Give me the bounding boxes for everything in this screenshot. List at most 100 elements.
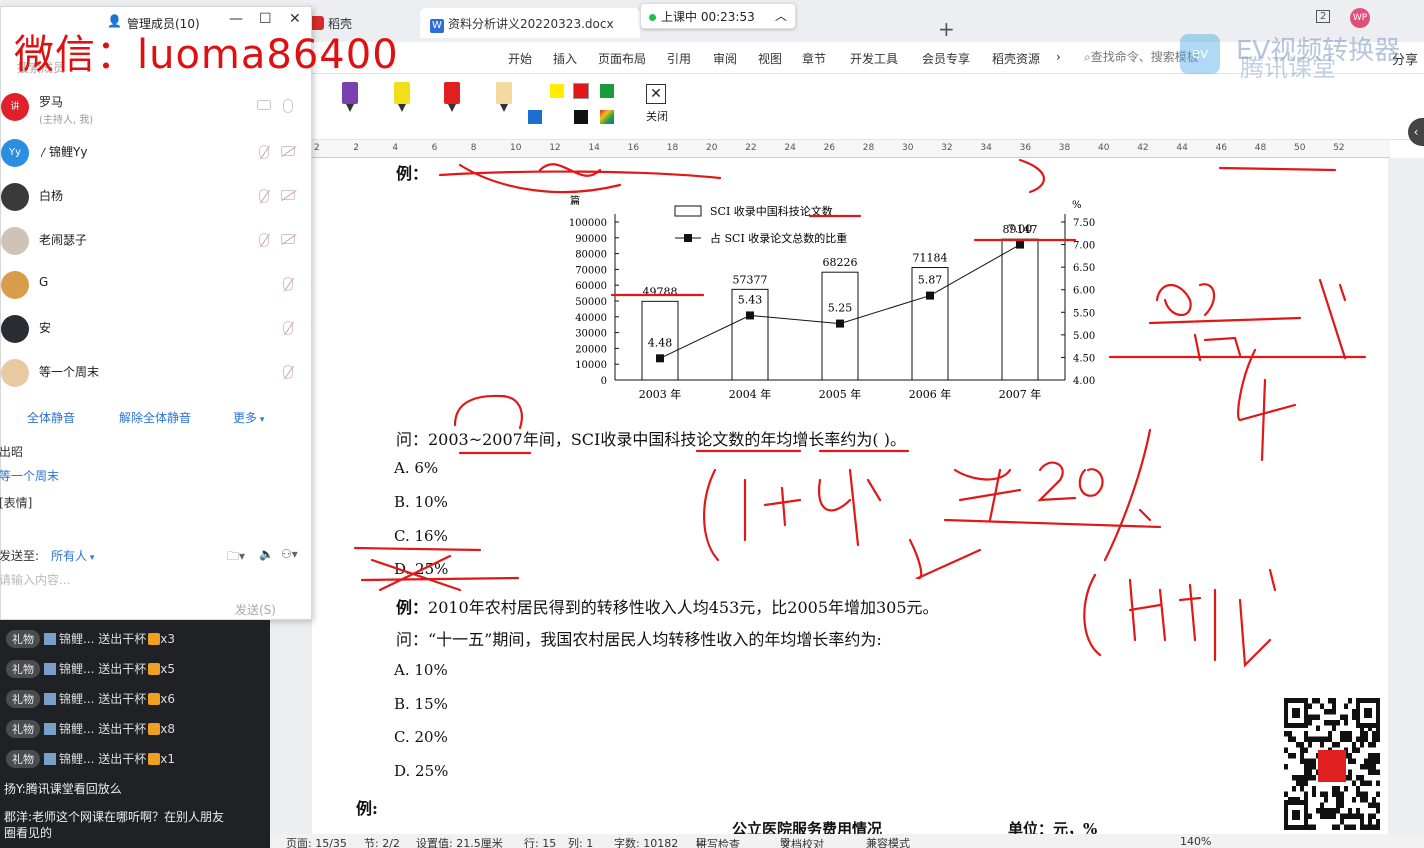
horizontal-ruler[interactable]: 2 2 4 6 8 10 12 14 16 18 20 22 24 26 28 30 32 34 36 38 40 42 4…	[312, 140, 1390, 158]
y-left-tick-label: 100000	[569, 218, 607, 229]
tab-document[interactable]: W 资料分析讲义20220323.docx	[420, 8, 640, 38]
qr-module	[1332, 720, 1336, 726]
chat-input[interactable]: 请输入内容...	[0, 571, 70, 588]
member-row[interactable]: 白杨	[1, 175, 311, 219]
q2-option-a: A. 10%	[394, 661, 448, 679]
mic-icon[interactable]	[283, 99, 293, 113]
qr-module	[1300, 786, 1304, 792]
more-button[interactable]: 更多 ▾	[233, 409, 264, 426]
folder-icon[interactable]: 🗀▾	[227, 547, 245, 568]
ruler-number: 12	[549, 143, 561, 153]
menu-daoke-resources[interactable]: 稻壳资源	[992, 50, 1040, 67]
mic-muted-icon[interactable]	[259, 145, 269, 159]
member-row[interactable]: Yy 〳锦鲤Yy	[1, 131, 311, 175]
pen-yellow[interactable]	[394, 82, 410, 112]
qr-module	[1284, 747, 1288, 753]
member-row[interactable]: 老闹瑟子	[1, 219, 311, 263]
camera-off-icon[interactable]	[281, 146, 295, 156]
menu-view[interactable]: 视图	[758, 50, 782, 67]
ruler-number: 40	[1098, 143, 1110, 153]
member-row[interactable]: 讲 罗马 (主持人, 我)	[1, 85, 311, 129]
class-status-timer[interactable]: 上课中 00:23:53 ︿	[640, 3, 796, 29]
y-left-tick-label: 30000	[575, 329, 607, 340]
color-picker-icon[interactable]	[600, 110, 614, 124]
window-count-badge[interactable]: 2	[1316, 10, 1331, 23]
qr-module	[1320, 736, 1324, 742]
send-to-select[interactable]: 所有人 ▾	[51, 547, 94, 564]
pen-body	[444, 82, 460, 104]
member-row[interactable]: 等一个周末	[1, 351, 311, 395]
sci-papers-chart: 篇 %10000090000800007000060000500004000030…	[569, 194, 1095, 401]
menu-member[interactable]: 会员专享	[922, 50, 970, 67]
qr-module	[1364, 758, 1368, 764]
new-tab-button[interactable]: +	[928, 10, 965, 41]
avatar	[1, 315, 29, 343]
pen-red[interactable]	[444, 82, 460, 112]
status-mode: 兼容模式	[866, 837, 910, 848]
qr-module	[1376, 780, 1380, 786]
x-tick-label: 2006 年	[909, 387, 952, 401]
send-button[interactable]: 发送(S)	[235, 601, 276, 618]
menu-page-layout[interactable]: 页面布局	[598, 50, 646, 67]
qr-module	[1372, 736, 1376, 742]
color-swatch-yellow[interactable]	[550, 84, 564, 98]
qr-module	[1296, 780, 1300, 786]
qr-module	[1352, 709, 1356, 715]
pen-purple[interactable]	[342, 82, 358, 112]
qr-module	[1324, 808, 1328, 814]
ruler-number: 34	[980, 143, 992, 153]
color-swatch-green[interactable]	[600, 84, 614, 98]
color-swatch-blue[interactable]	[528, 110, 542, 124]
mic-muted-icon[interactable]	[283, 365, 293, 379]
user-settings-icon[interactable]: ⚇▾	[281, 547, 298, 561]
command-search[interactable]: ⌕查找命令、搜索模板	[1084, 48, 1199, 65]
qr-module	[1348, 769, 1352, 775]
mic-muted-icon[interactable]	[259, 233, 269, 247]
color-swatch-red[interactable]	[573, 83, 589, 99]
x-tick-label: 2007 年	[999, 387, 1042, 401]
bar-data-label: 68226	[823, 256, 858, 269]
ruler-number: 14	[588, 143, 600, 153]
qr-module	[1372, 753, 1376, 759]
member-row[interactable]: G	[1, 263, 311, 307]
qr-module	[1356, 786, 1360, 792]
mic-muted-icon[interactable]	[283, 321, 293, 335]
chevron-up-icon[interactable]: ︿	[775, 7, 787, 24]
ruler-number: 22	[745, 143, 757, 153]
qr-module	[1348, 813, 1352, 819]
status-page[interactable]: 页面: 15/35	[286, 835, 347, 848]
status-zoom[interactable]: 140%	[1180, 835, 1211, 848]
menu-references[interactable]: 引用	[667, 50, 691, 67]
user-avatar[interactable]: WP	[1350, 8, 1370, 28]
document-scroll-area[interactable]	[1388, 158, 1424, 834]
speaker-icon[interactable]: 🔈	[259, 547, 274, 561]
close-pen-button[interactable]: ✕ 关闭	[646, 84, 668, 124]
qr-module	[1372, 802, 1376, 808]
menu-review[interactable]: 审阅	[713, 50, 737, 67]
camera-off-icon[interactable]	[281, 234, 295, 244]
gift-badge: 礼物	[6, 750, 40, 768]
x-tick-label: 2003 年	[639, 387, 682, 401]
mute-all-button[interactable]: 全体静音	[27, 409, 75, 426]
qr-module	[1308, 736, 1312, 742]
collapse-side-button[interactable]: ‹	[1408, 118, 1424, 146]
menu-dev-tools[interactable]: 开发工具	[850, 50, 898, 67]
menu-insert[interactable]: 插入	[553, 50, 577, 67]
mic-muted-icon[interactable]	[259, 189, 269, 203]
menu-chapter[interactable]: 章节	[802, 50, 826, 67]
y-right-tick-label: 5.50	[1073, 308, 1095, 319]
camera-icon[interactable]	[257, 100, 271, 110]
member-row[interactable]: 安	[1, 307, 311, 351]
pen-highlighter[interactable]	[496, 82, 512, 112]
chat-panel: 礼物 锦鲤... 送出干杯 x3 礼物 锦鲤... 送出干杯 x5 礼物 锦鲤... 送出…	[0, 620, 270, 848]
unmute-all-button[interactable]: 解除全体静音	[119, 409, 191, 426]
qr-module	[1364, 780, 1368, 786]
camera-off-icon[interactable]	[281, 190, 295, 200]
mic-muted-icon[interactable]	[283, 277, 293, 291]
menu-more-chevron-icon[interactable]: ›	[1056, 50, 1061, 64]
color-swatch-black[interactable]	[574, 110, 588, 124]
avatar	[1, 183, 29, 211]
qr-module	[1288, 736, 1292, 742]
status-words[interactable]: 字数: 10182	[614, 835, 678, 848]
menu-start[interactable]: 开始	[508, 50, 532, 67]
